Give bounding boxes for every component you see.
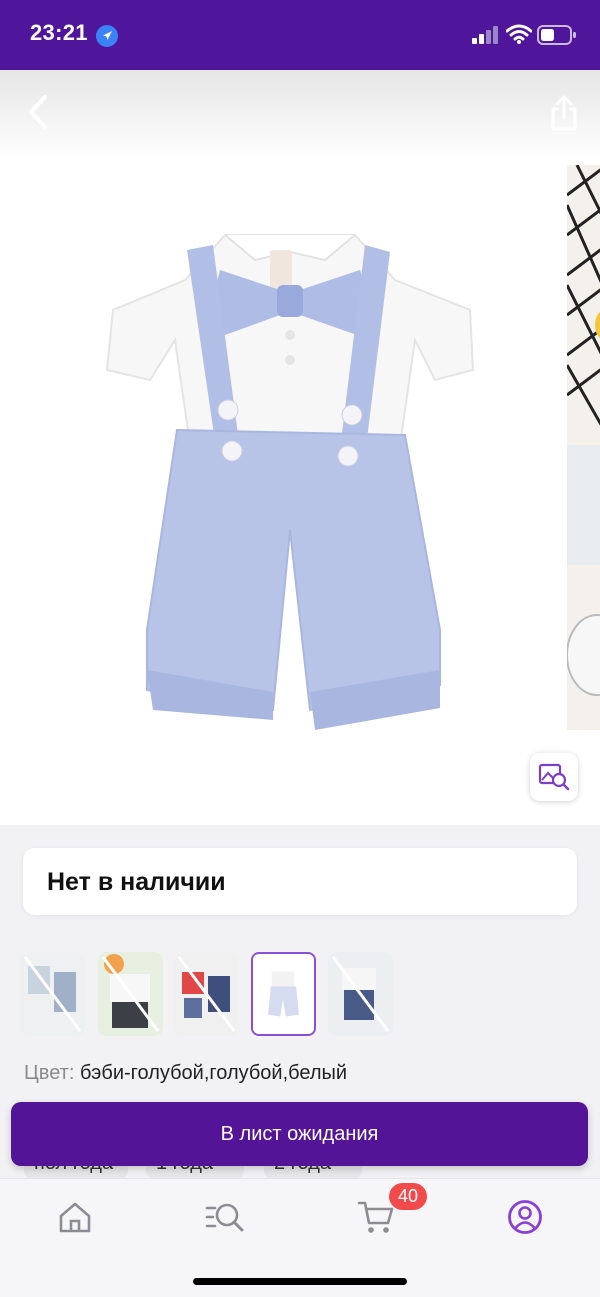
product-page: 23:21 Нет в наличии Цвет: бэби-голубой,г… <box>0 0 600 1297</box>
catalog-search-icon <box>205 1203 244 1232</box>
product-main-photo[interactable] <box>95 230 485 750</box>
battery-icon <box>537 25 576 45</box>
cart-icon <box>357 1201 394 1233</box>
availability-label: Нет в наличии <box>47 868 226 896</box>
visual-search-button[interactable] <box>530 753 578 801</box>
location-arrow-icon <box>96 25 118 47</box>
color-value: бэби-голубой,голубой,белый <box>79 1062 348 1084</box>
share-icon <box>551 95 577 131</box>
status-time: 23:21 <box>30 20 88 45</box>
variant-thumbnail[interactable] <box>20 952 85 1036</box>
cart-count-badge: 40 <box>389 1183 427 1210</box>
profile-icon <box>508 1200 542 1234</box>
home-indicator <box>193 1278 407 1285</box>
availability-card: Нет в наличии <box>23 848 577 915</box>
share-button[interactable] <box>543 90 585 136</box>
waitlist-button[interactable]: В лист ожидания <box>11 1102 588 1166</box>
variant-thumbnails <box>20 952 400 1036</box>
next-photo-peek[interactable] <box>567 165 600 730</box>
product-gallery[interactable] <box>0 70 600 825</box>
nav-catalog[interactable] <box>203 1195 247 1239</box>
variant-thumbnail[interactable] <box>98 952 163 1036</box>
variant-thumbnail[interactable] <box>328 952 393 1036</box>
status-bar: 23:21 <box>0 0 600 70</box>
variant-thumbnail-selected[interactable] <box>251 952 316 1036</box>
cellular-signal-icon <box>472 26 498 44</box>
wifi-icon <box>506 24 532 44</box>
bottom-navigation: 40 <box>0 1178 600 1297</box>
nav-profile[interactable] <box>503 1195 547 1239</box>
nav-home[interactable] <box>53 1195 97 1239</box>
gallery-top-shade <box>0 70 600 160</box>
back-button[interactable] <box>18 90 58 134</box>
color-line: Цвет: бэби-голубой,голубой,белый <box>24 1062 347 1085</box>
color-label: Цвет: <box>24 1062 75 1084</box>
back-chevron-icon <box>29 95 47 129</box>
visual-search-icon <box>538 763 570 791</box>
home-icon <box>59 1202 91 1233</box>
variant-thumbnail[interactable] <box>174 952 239 1036</box>
